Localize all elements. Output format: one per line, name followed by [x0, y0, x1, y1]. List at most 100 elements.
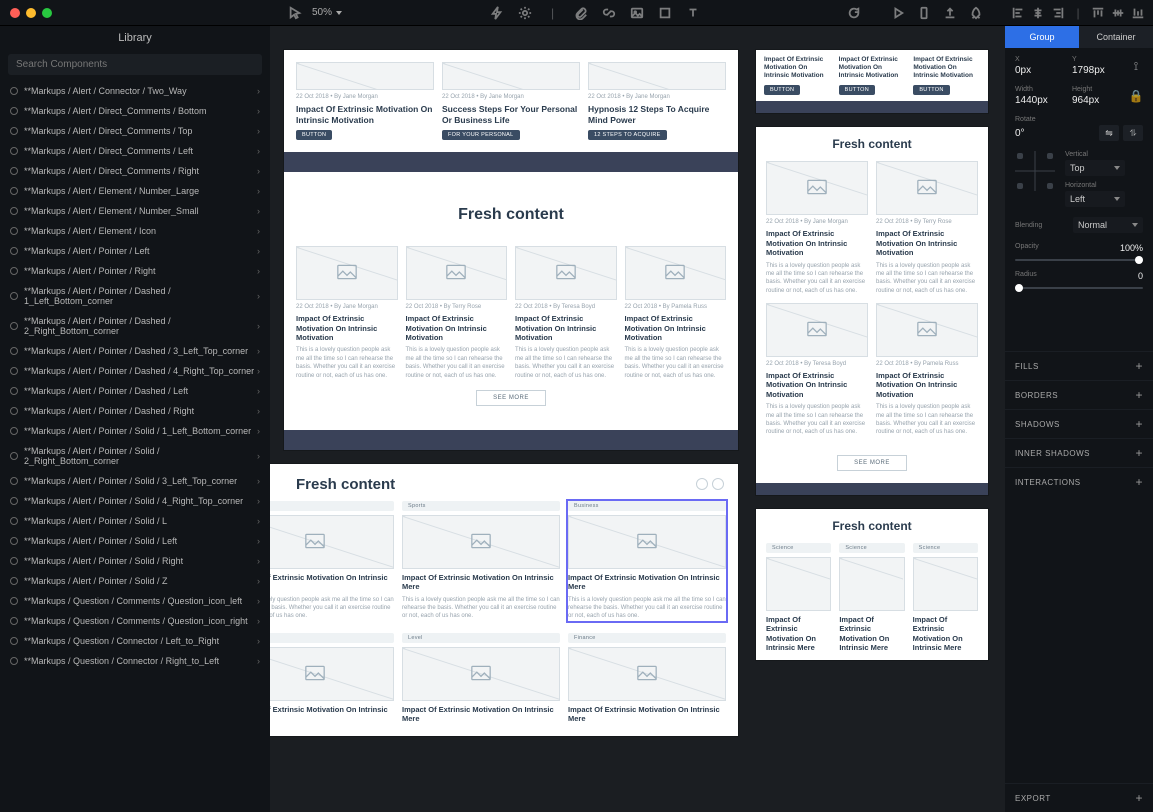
attach-icon[interactable] [574, 6, 588, 20]
plus-icon[interactable]: + [1135, 475, 1143, 489]
shape-icon[interactable] [658, 6, 672, 20]
library-item[interactable]: **Markups / Question / Connector / Left_… [0, 631, 270, 651]
radius-slider[interactable] [1015, 287, 1143, 289]
library-item[interactable]: **Markups / Alert / Element / Number_Lar… [0, 181, 270, 201]
align-top-icon[interactable] [1091, 6, 1105, 20]
y-value[interactable]: 1798px [1072, 65, 1117, 76]
rotate-value[interactable]: 0° [1015, 128, 1025, 139]
library-item[interactable]: **Markups / Alert / Pointer / Dashed / 3… [0, 341, 270, 361]
blending-dropdown[interactable]: Normal [1073, 217, 1143, 233]
plus-icon[interactable]: + [1135, 417, 1143, 431]
library-item[interactable]: **Markups / Alert / Pointer / Dashed / L… [0, 381, 270, 401]
mini-card: Impact Of Extrinsic Motivation On Intrin… [764, 56, 831, 95]
see-more-button[interactable]: SEE MORE [837, 455, 907, 471]
library-item[interactable]: **Markups / Alert / Pointer / Dashed / 1… [0, 281, 270, 311]
component-dot-icon [10, 347, 18, 355]
pointer-tool-icon[interactable] [288, 6, 302, 20]
library-item[interactable]: **Markups / Alert / Pointer / Dashed / R… [0, 401, 270, 421]
library-item-label: **Markups / Alert / Pointer / Left [24, 246, 150, 256]
rocket-icon[interactable] [969, 6, 983, 20]
image-icon[interactable] [630, 6, 644, 20]
bolt-icon[interactable] [490, 6, 504, 20]
canvas[interactable]: 22 Oct 2018 • By Jane Morgan Impact Of E… [270, 26, 1005, 812]
library-item[interactable]: **Markups / Alert / Direct_Comments / Le… [0, 141, 270, 161]
inspector-section-fills[interactable]: FILLS+ [1005, 351, 1153, 380]
lock-icon[interactable]: 🔒 [1129, 89, 1143, 103]
library-item[interactable]: **Markups / Alert / Pointer / Solid / 2_… [0, 441, 270, 471]
align-anchor[interactable] [1015, 151, 1055, 191]
align-hcenter-icon[interactable] [1031, 6, 1045, 20]
library-item[interactable]: **Markups / Alert / Pointer / Solid / 1_… [0, 421, 270, 441]
library-item[interactable]: **Markups / Alert / Direct_Comments / To… [0, 121, 270, 141]
window-close[interactable] [10, 8, 20, 18]
artboard-3[interactable]: Impact Of Extrinsic Motivation On Intrin… [756, 50, 988, 113]
export-section[interactable]: EXPORT+ [1005, 783, 1153, 812]
prev-button[interactable] [696, 478, 708, 490]
library-item[interactable]: **Markups / Alert / Pointer / Dashed / 4… [0, 361, 270, 381]
zoom-dropdown[interactable]: 50% [312, 7, 342, 18]
chevron-right-icon: › [257, 366, 260, 376]
library-item[interactable]: **Markups / Alert / Direct_Comments / Bo… [0, 101, 270, 121]
align-bottom-icon[interactable] [1131, 6, 1145, 20]
align-v-dropdown[interactable]: Top [1065, 160, 1125, 176]
align-right-icon[interactable] [1051, 6, 1065, 20]
width-value[interactable]: 1440px [1015, 95, 1060, 106]
library-item[interactable]: **Markups / Alert / Element / Number_Sma… [0, 201, 270, 221]
align-h-dropdown[interactable]: Left [1065, 191, 1125, 207]
library-item[interactable]: **Markups / Question / Comments / Questi… [0, 591, 270, 611]
library-item[interactable]: **Markups / Alert / Pointer / Right› [0, 261, 270, 281]
artboard-2[interactable]: Fresh content Science Impact Of Extrinsi… [270, 464, 738, 736]
artboard-5[interactable]: Fresh content ScienceImpact Of Extrinsic… [756, 509, 988, 661]
inspector-section-inner-shadows[interactable]: INNER SHADOWS+ [1005, 438, 1153, 467]
x-value[interactable]: 0px [1015, 65, 1060, 76]
library-item[interactable]: **Markups / Alert / Element / Icon› [0, 221, 270, 241]
align-left-icon[interactable] [1011, 6, 1025, 20]
artboard-4[interactable]: Fresh content 22 Oct 2018 • By Jane Morg… [756, 127, 988, 494]
library-item[interactable]: **Markups / Alert / Pointer / Solid / Le… [0, 531, 270, 551]
flip-h-button[interactable]: ⇋ [1099, 125, 1119, 141]
radius-value[interactable]: 0 [1138, 271, 1143, 281]
library-item[interactable]: **Markups / Alert / Connector / Two_Way› [0, 81, 270, 101]
plus-icon[interactable]: + [1135, 359, 1143, 373]
labeled-card-selected[interactable]: Business Impact Of Extrinsic Motivation … [568, 501, 726, 621]
link-icon[interactable] [602, 6, 616, 20]
library-item[interactable]: **Markups / Alert / Pointer / Solid / L› [0, 511, 270, 531]
tab-group[interactable]: Group [1005, 26, 1079, 48]
library-item[interactable]: **Markups / Alert / Direct_Comments / Ri… [0, 161, 270, 181]
card-meta: 22 Oct 2018 • By Jane Morgan [296, 94, 434, 100]
library-item[interactable]: **Markups / Alert / Pointer / Solid / Ri… [0, 551, 270, 571]
text-icon[interactable] [686, 6, 700, 20]
play-icon[interactable] [891, 6, 905, 20]
align-vcenter-icon[interactable] [1111, 6, 1125, 20]
library-item[interactable]: **Markups / Alert / Pointer / Left› [0, 241, 270, 261]
inspector-section-shadows[interactable]: SHADOWS+ [1005, 409, 1153, 438]
opacity-value[interactable]: 100% [1120, 243, 1143, 253]
window-minimize[interactable] [26, 8, 36, 18]
inspector-section-borders[interactable]: BORDERS+ [1005, 380, 1153, 409]
window-maximize[interactable] [42, 8, 52, 18]
library-item[interactable]: **Markups / Alert / Pointer / Solid / 4_… [0, 491, 270, 511]
upload-icon[interactable] [943, 6, 957, 20]
component-dot-icon [10, 87, 18, 95]
see-more-button[interactable]: SEE MORE [476, 390, 546, 406]
plus-icon[interactable]: + [1135, 446, 1143, 460]
gear-icon[interactable] [518, 6, 532, 20]
component-dot-icon [10, 577, 18, 585]
tab-container[interactable]: Container [1079, 26, 1153, 48]
inspector-section-interactions[interactable]: INTERACTIONS+ [1005, 467, 1153, 496]
library-item[interactable]: **Markups / Alert / Pointer / Solid / 3_… [0, 471, 270, 491]
height-value[interactable]: 964px [1072, 95, 1117, 106]
flip-v-button[interactable]: ⥮ [1123, 125, 1143, 141]
mobile-icon[interactable] [917, 6, 931, 20]
pin-icon[interactable]: ⟟ [1129, 59, 1143, 73]
artboard-1[interactable]: 22 Oct 2018 • By Jane Morgan Impact Of E… [284, 50, 738, 450]
library-item[interactable]: **Markups / Question / Connector / Right… [0, 651, 270, 671]
opacity-slider[interactable] [1015, 259, 1143, 261]
plus-icon[interactable]: + [1135, 388, 1143, 402]
library-item[interactable]: **Markups / Question / Comments / Questi… [0, 611, 270, 631]
library-item[interactable]: **Markups / Alert / Pointer / Dashed / 2… [0, 311, 270, 341]
next-button[interactable] [712, 478, 724, 490]
refresh-icon[interactable] [847, 6, 861, 20]
search-input[interactable]: Search Components [8, 54, 262, 75]
library-item[interactable]: **Markups / Alert / Pointer / Solid / Z› [0, 571, 270, 591]
